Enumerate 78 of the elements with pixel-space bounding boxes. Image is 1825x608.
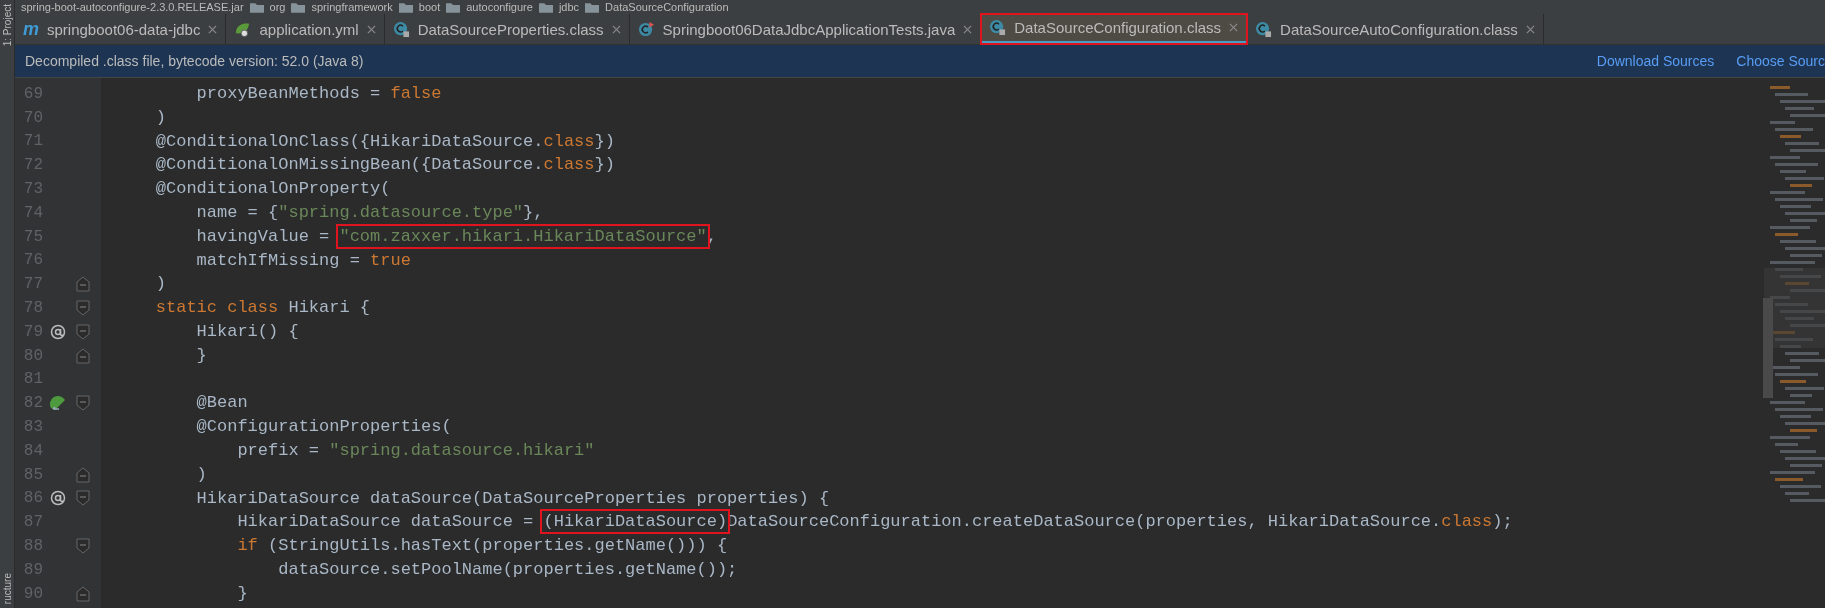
code-text: HikariDataSource dataSource(DataSourceProperties properties) {	[195, 488, 830, 508]
code-text: HikariDataSource dataSource =	[236, 512, 535, 532]
code-text: )	[195, 464, 207, 484]
code-keyword: class	[543, 155, 595, 175]
breadcrumb-item[interactable]: springframework	[311, 1, 393, 13]
code-text: prefix =	[236, 440, 321, 460]
code-keyword: class	[1441, 512, 1493, 532]
code-text: },	[523, 203, 544, 222]
class-lock-icon	[392, 20, 410, 38]
code-text: havingValue =	[195, 226, 331, 246]
code-text: Hikari() {	[195, 321, 299, 341]
breadcrumb-item[interactable]: org	[269, 1, 286, 13]
bean-icon[interactable]	[49, 394, 67, 413]
code-text: }	[236, 583, 248, 603]
code-string: "spring.datasource.type"	[278, 203, 524, 222]
fold-icon[interactable]	[76, 538, 90, 555]
close-icon[interactable]	[963, 24, 973, 34]
link[interactable]: Download Sources	[1596, 53, 1715, 69]
code-text: )	[154, 274, 166, 294]
close-icon[interactable]	[1525, 24, 1535, 34]
code-text: (StringUtils.hasText(properties.getName())) {	[267, 536, 728, 556]
code-string: "com.zaxxer.hikari.HikariDataSource"	[339, 226, 707, 246]
structure-tool-tab[interactable]: ructure	[1, 572, 13, 604]
code-text: dataSource.setPoolName(properties.getName());	[277, 559, 738, 579]
maven-icon: m	[23, 18, 39, 40]
code-text: }	[195, 345, 207, 365]
breadcrumb-item[interactable]: boot	[418, 1, 441, 13]
code-string: "spring.datasource.hikari"	[329, 440, 595, 460]
decompiled-notice: Decompiled .class file, bytecode version: 52.0 (Java 8)	[25, 53, 364, 69]
code-keyword: false	[390, 84, 442, 103]
editor-tab[interactable]: m springboot06-data-jdbc	[15, 14, 227, 44]
close-icon[interactable]	[208, 24, 218, 34]
code-keyword: class	[543, 131, 595, 151]
code-text: );	[1492, 512, 1513, 532]
at-sign-icon[interactable]	[50, 490, 66, 507]
fold-end-icon[interactable]	[76, 347, 90, 364]
code-text: @ConditionalOnMissingBean({DataSource.	[154, 155, 544, 175]
code-text: })	[594, 155, 615, 175]
fold-end-icon[interactable]	[76, 466, 90, 483]
fold-icon[interactable]	[76, 300, 90, 317]
code-text: (HikariDataSource)	[543, 512, 728, 532]
fold-end-icon[interactable]	[76, 276, 90, 293]
at-sign-icon[interactable]	[50, 323, 66, 340]
code-text: proxyBeanMethods =	[195, 84, 382, 103]
code-text: @Bean	[195, 393, 248, 413]
code-text: @ConditionalOnClass({HikariDataSource.	[154, 131, 544, 151]
editor-tab[interactable]: DataSourceProperties.class	[384, 14, 630, 44]
fold-icon[interactable]	[76, 490, 90, 507]
fold-end-icon[interactable]	[76, 585, 90, 602]
close-icon[interactable]	[366, 24, 376, 34]
code-text: DataSourceConfiguration.createDataSource(properties, HikariDataSource.	[727, 512, 1442, 532]
close-icon[interactable]	[1229, 23, 1239, 32]
breadcrumb-item[interactable]: DataSourceConfiguration	[605, 1, 729, 13]
fold-icon[interactable]	[76, 323, 90, 340]
editor-tab[interactable]: application.yml	[226, 14, 385, 44]
breadcrumb-item[interactable]: autoconfigure	[466, 1, 533, 13]
breadcrumb-item[interactable]: jdbc	[558, 1, 580, 13]
code-text: matchIfMissing =	[195, 250, 361, 270]
breadcrumb-item[interactable]: spring-boot-autoconfigure-2.3.0.RELEASE.jar	[21, 1, 244, 13]
link[interactable]: Choose Sourc	[1736, 53, 1825, 69]
project-tool-tab[interactable]: 1: Project	[1, 4, 13, 47]
editor-tab[interactable]: DataSourceConfiguration.class	[981, 14, 1248, 44]
code-text: )	[154, 107, 166, 127]
class-lock-icon	[989, 19, 1007, 36]
code-keyword: true	[370, 250, 411, 270]
close-icon[interactable]	[611, 24, 621, 34]
fold-icon[interactable]	[76, 395, 90, 412]
code-keyword: static class	[154, 298, 279, 318]
scrollbar-thumb[interactable]	[1763, 298, 1773, 398]
class-lock-icon	[1255, 20, 1273, 38]
code-text: @ConditionalOnProperty(	[154, 179, 391, 199]
code-text: Hikari {	[287, 298, 371, 318]
code-text: @ConfigurationProperties(	[195, 417, 452, 437]
code-text: })	[594, 131, 615, 151]
editor-tab[interactable]: DataSourceAutoConfiguration.class	[1247, 14, 1544, 44]
code-keyword: if	[236, 536, 258, 556]
test-class-icon	[637, 20, 655, 38]
code-text: name = {	[195, 203, 279, 222]
